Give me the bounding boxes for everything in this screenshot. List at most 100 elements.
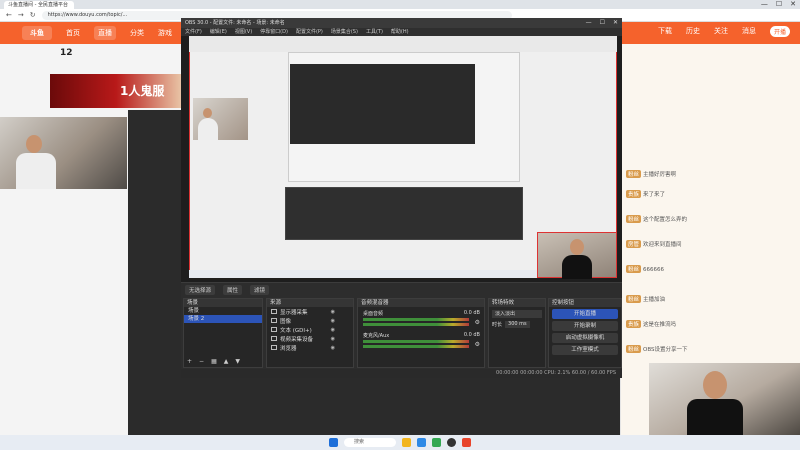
maximize-icon[interactable]: ☐ — [600, 18, 605, 28]
monitor-icon — [271, 309, 277, 314]
preview-nested-player — [290, 64, 475, 144]
nav-live[interactable]: 直播 — [94, 26, 116, 40]
menu-view[interactable]: 视图(V) — [235, 28, 252, 36]
chat-message: 粉丝 666666 — [626, 265, 665, 273]
mixer-dock-title: 音频混音器 — [358, 299, 484, 307]
webcam-overlay-nested — [193, 98, 248, 140]
chat-message: 贵族 这是在推流吗 — [626, 320, 677, 328]
camera-icon — [271, 336, 277, 341]
reload-icon[interactable]: ↻ — [30, 11, 36, 19]
minimize-icon[interactable]: — — [761, 0, 768, 8]
close-icon[interactable]: ✕ — [613, 18, 618, 28]
image-icon — [271, 318, 277, 323]
room-info: 12 — [52, 48, 182, 72]
obs-title: OBS 30.0 - 配置文件: 未命名 - 场景: 未命名 — [185, 20, 285, 26]
mixer-track-label: 桌面音频 — [363, 311, 384, 317]
nav-home[interactable]: 首页 — [66, 28, 80, 38]
source-item[interactable]: 浏览器 ◉ — [267, 343, 353, 352]
volume-slider[interactable] — [363, 323, 469, 326]
download-link[interactable]: 下载 — [658, 26, 672, 37]
window-controls: — ☐ ✕ — [761, 0, 796, 8]
chat-message: 粉丝 OBS设置分享一下 — [626, 345, 688, 353]
site-header-actions: 下载 历史 关注 消息 开播 — [658, 26, 790, 37]
properties-button[interactable]: 属性 — [223, 284, 243, 295]
follow-link[interactable]: 关注 — [714, 26, 728, 37]
chrome-icon[interactable] — [432, 438, 441, 447]
move-up-icon[interactable]: ▲ — [224, 358, 229, 365]
transition-select[interactable]: 淡入淡出 — [492, 310, 542, 318]
minimize-icon[interactable]: — — [586, 18, 592, 28]
filters-button[interactable]: 滤镜 — [250, 284, 270, 295]
text-icon — [271, 327, 277, 332]
nav-category[interactable]: 分类 — [130, 28, 144, 38]
mixer-settings-icon[interactable]: ⚙ — [475, 341, 480, 348]
audio-mixer-dock: 音频混音器 桌面音频 0.0 dB 麦克风/Aux 0.0 dB ⚙ ⚙ — [357, 298, 485, 368]
edge-icon[interactable] — [417, 438, 426, 447]
taskbar-search[interactable]: 搜索 — [344, 438, 396, 447]
move-down-icon[interactable]: ▼ — [235, 358, 240, 365]
filter-icon[interactable]: ▦ — [211, 358, 217, 365]
transitions-dock-title: 转场特效 — [489, 299, 545, 307]
start-recording-button[interactable]: 开始录制 — [552, 321, 618, 331]
close-icon[interactable]: ✕ — [790, 0, 796, 8]
menu-edit[interactable]: 编辑(E) — [210, 28, 227, 36]
nav-game[interactable]: 游戏 — [158, 28, 172, 38]
menu-tools[interactable]: 工具(T) — [366, 28, 383, 36]
maximize-icon[interactable]: ☐ — [776, 0, 782, 8]
chat-message: 粉丝 主播好厉害啊 — [626, 170, 677, 178]
desktop: 斗鱼直播间 - 全民直播平台 — ☐ ✕ ← → ↻ https://www.d… — [0, 0, 800, 450]
visibility-icon[interactable]: ◉ — [331, 336, 335, 342]
mixer-track-db: 0.0 dB — [463, 332, 480, 338]
source-item[interactable]: 显示器采集 ◉ — [267, 307, 353, 316]
mixer-settings-icon[interactable]: ⚙ — [475, 319, 480, 326]
source-item[interactable]: 视频采集设备 ◉ — [267, 334, 353, 343]
start-streaming-button[interactable]: 开始直播 — [552, 309, 618, 319]
start-live-button[interactable]: 开播 — [769, 26, 790, 37]
scenes-dock-footer: + − ▦ ▲ ▼ — [187, 358, 240, 365]
room-banner[interactable]: 1人鬼服 — [50, 74, 182, 108]
scene-item[interactable]: 场景 — [184, 307, 262, 315]
chat-message: 粉丝 主播加油 — [626, 295, 666, 303]
obs-icon[interactable] — [447, 438, 456, 447]
menu-scene-collection[interactable]: 场景集合(S) — [331, 28, 358, 36]
start-icon[interactable] — [329, 438, 338, 447]
menu-help[interactable]: 帮助(H) — [391, 28, 409, 36]
forward-icon[interactable]: → — [18, 11, 24, 19]
remove-icon[interactable]: − — [199, 358, 204, 365]
windows-taskbar: 搜索 — [0, 435, 800, 450]
studio-mode-button[interactable]: 工作室模式 — [552, 345, 618, 355]
preview-nested-obs — [285, 187, 523, 240]
visibility-icon[interactable]: ◉ — [331, 309, 335, 315]
menu-docks[interactable]: 停靠窗口(D) — [260, 28, 288, 36]
sources-dock: 来源 显示器采集 ◉ 图像 ◉ 文本 (GDI+) ◉ 视频采集设备 ◉ 浏览器 ◉ — [266, 298, 354, 368]
douyu-icon[interactable] — [462, 438, 471, 447]
preview-nested-browser — [189, 36, 617, 52]
volume-slider[interactable] — [363, 345, 469, 348]
site-logo[interactable]: 斗鱼 — [22, 26, 52, 40]
duration-input[interactable]: 300 ms — [505, 321, 530, 328]
browser-tab[interactable]: 斗鱼直播间 - 全民直播平台 — [4, 0, 74, 9]
source-item[interactable]: 文本 (GDI+) ◉ — [267, 325, 353, 334]
add-icon[interactable]: + — [187, 358, 192, 365]
visibility-icon[interactable]: ◉ — [331, 345, 335, 351]
source-item[interactable]: 图像 ◉ — [267, 316, 353, 325]
visibility-icon[interactable]: ◉ — [331, 318, 335, 324]
virtual-camera-button[interactable]: 启动虚拟摄像机 — [552, 333, 618, 343]
back-icon[interactable]: ← — [6, 11, 12, 19]
chat-message: 粉丝 这个配置怎么弄的 — [626, 215, 688, 223]
file-explorer-icon[interactable] — [402, 438, 411, 447]
menu-file[interactable]: 文件(F) — [185, 28, 202, 36]
message-link[interactable]: 消息 — [742, 26, 756, 37]
obs-menubar: 文件(F) 编辑(E) 视图(V) 停靠窗口(D) 配置文件(P) 场景集合(S… — [181, 28, 622, 36]
menu-profile[interactable]: 配置文件(P) — [296, 28, 323, 36]
sources-dock-title: 来源 — [267, 299, 353, 307]
scene-item-selected[interactable]: 场景 2 — [184, 315, 262, 323]
audio-meter — [363, 340, 469, 343]
controls-dock: 控制按钮 开始直播 开始录制 启动虚拟摄像机 工作室模式 — [548, 298, 622, 368]
history-link[interactable]: 历史 — [686, 26, 700, 37]
mixer-track-label: 麦克风/Aux — [363, 333, 390, 339]
no-source-selected-label: 无选择源 — [185, 284, 216, 295]
visibility-icon[interactable]: ◉ — [331, 327, 335, 333]
preview-webcam-source[interactable] — [537, 232, 617, 279]
globe-icon — [271, 345, 277, 350]
